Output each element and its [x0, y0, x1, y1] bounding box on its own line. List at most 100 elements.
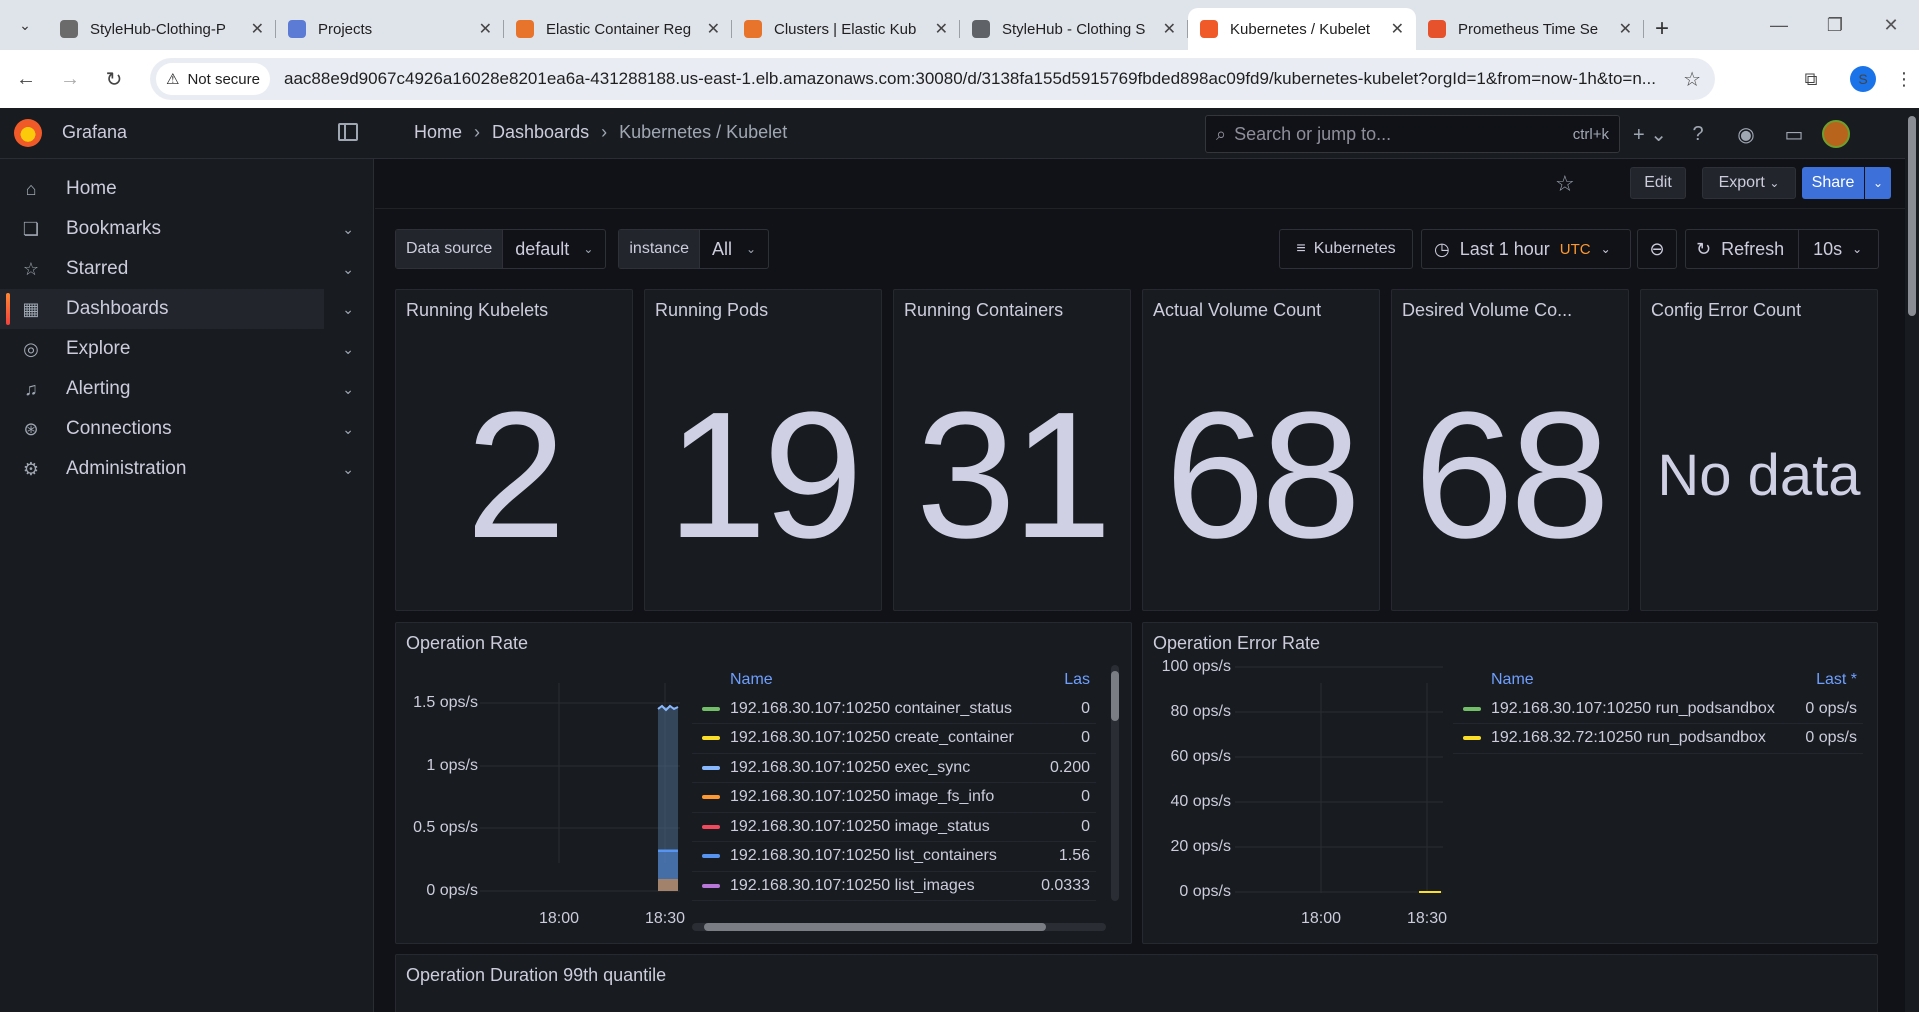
tab-favicon-icon — [1200, 20, 1218, 38]
sidebar-item-administration[interactable]: ⚙ Administration ⌄ — [0, 449, 374, 489]
reload-icon[interactable]: ↻ — [92, 59, 136, 99]
sidebar-item-bookmarks[interactable]: ❏ Bookmarks ⌄ — [0, 209, 374, 249]
sidebar-item-alerting[interactable]: ♫ Alerting ⌄ — [0, 369, 374, 409]
breadcrumb-home[interactable]: Home — [414, 122, 462, 143]
minimize-icon[interactable]: — — [1751, 0, 1807, 50]
tab-close-icon[interactable]: ✕ — [1163, 19, 1176, 39]
legend-item[interactable]: 192.168.30.107:10250 run_podsandbox 0 ops… — [1453, 695, 1863, 724]
url-text[interactable]: aac88e9d9067c4926a16028e8201ea6a-4312881… — [284, 69, 1704, 89]
instance-variable[interactable]: instance All ⌄ — [618, 229, 770, 269]
export-button[interactable]: Export ⌄ — [1702, 167, 1796, 199]
operation-error-rate-panel[interactable]: Operation Error Rate 100 ops/s 80 ops/s … — [1142, 622, 1878, 944]
instance-value[interactable]: All — [712, 239, 732, 260]
back-icon[interactable]: ← — [4, 59, 48, 99]
kiosk-mode-icon[interactable]: ▭ — [1774, 116, 1814, 152]
chevron-down-icon[interactable]: ⌄ — [1852, 242, 1862, 256]
edit-button[interactable]: Edit — [1630, 167, 1686, 199]
browser-tab[interactable]: Clusters | Elastic Kub ✕ — [732, 8, 960, 50]
sidebar-item-dashboards[interactable]: ▦ Dashboards ⌄ — [0, 289, 354, 329]
datasource-variable[interactable]: Data source default ⌄ — [395, 229, 607, 269]
operation-duration-panel[interactable]: Operation Duration 99th quantile — [395, 954, 1878, 1012]
browser-tab[interactable]: Kubernetes / Kubelet ✕ — [1188, 8, 1416, 50]
browser-tab[interactable]: Prometheus Time Se ✕ — [1416, 8, 1644, 50]
address-bar[interactable]: ⚠ Not secure aac88e9d9067c4926a16028e820… — [150, 58, 1715, 100]
stat-value: 2 — [465, 374, 566, 576]
help-icon[interactable]: ? — [1678, 116, 1718, 152]
legend-last-header[interactable]: Las — [1064, 671, 1096, 689]
legend-item[interactable]: 192.168.30.107:10250 image_fs_info 0 — [692, 783, 1096, 813]
legend-item[interactable]: 192.168.30.107:10250 list_images 0.0333 — [692, 872, 1096, 901]
time-range-picker[interactable]: ◷ Last 1 hour UTC ⌄ — [1421, 229, 1631, 269]
bookmark-star-icon[interactable]: ☆ — [1683, 67, 1701, 92]
tab-search-chevron-icon[interactable]: ⌄ — [8, 8, 42, 42]
page-scrollbar[interactable] — [1905, 108, 1919, 1012]
stat-panel[interactable]: Actual Volume Count 68 — [1142, 289, 1380, 611]
tab-close-icon[interactable]: ✕ — [251, 19, 264, 39]
y-tick: 80 ops/s — [1170, 703, 1231, 720]
sidebar-item-connections[interactable]: ⊛ Connections ⌄ — [0, 409, 374, 449]
legend-name-header[interactable]: Name — [1453, 671, 1816, 689]
chevron-down-icon[interactable]: ⌄ — [342, 261, 354, 278]
chevron-down-icon[interactable]: ⌄ — [342, 461, 354, 478]
tab-close-icon[interactable]: ✕ — [935, 19, 948, 39]
tab-close-icon[interactable]: ✕ — [479, 19, 492, 39]
close-window-icon[interactable]: ✕ — [1863, 0, 1919, 50]
refresh-interval[interactable]: 10s — [1813, 239, 1842, 260]
browser-tab[interactable]: Elastic Container Reg ✕ — [504, 8, 732, 50]
add-new-icon[interactable]: + ⌄ — [1630, 116, 1670, 152]
grafana-logo-icon[interactable] — [14, 119, 42, 147]
legend-item[interactable]: 192.168.30.107:10250 list_containers 1.56 — [692, 842, 1096, 872]
browser-tab[interactable]: StyleHub-Clothing-P ✕ — [48, 8, 276, 50]
legend-item[interactable]: 192.168.30.107:10250 container_status 0 — [692, 695, 1096, 724]
datasource-value[interactable]: default — [515, 239, 569, 260]
stat-panel[interactable]: Running Kubelets 2 — [395, 289, 633, 611]
share-button[interactable]: Share — [1802, 167, 1864, 199]
operation-rate-panel[interactable]: Operation Rate 1.5 ops/s 1 ops/s 0.5 ops… — [395, 622, 1132, 944]
legend-horizontal-scrollbar[interactable] — [692, 923, 1106, 931]
tab-close-icon[interactable]: ✕ — [1391, 19, 1404, 39]
tab-close-icon[interactable]: ✕ — [1619, 19, 1632, 39]
instance-label: instance — [619, 230, 700, 268]
stat-panel[interactable]: Running Pods 19 — [644, 289, 882, 611]
browser-tab[interactable]: StyleHub - Clothing S ✕ — [960, 8, 1188, 50]
refresh-button[interactable]: Refresh — [1721, 239, 1784, 260]
chevron-down-icon[interactable]: ⌄ — [342, 221, 354, 238]
stat-panel[interactable]: Config Error Count No data — [1640, 289, 1878, 611]
restore-icon[interactable]: ❐ — [1807, 0, 1863, 50]
legend-item[interactable]: 192.168.30.107:10250 image_status 0 — [692, 813, 1096, 842]
sidebar-item-explore[interactable]: ◎ Explore ⌄ — [0, 329, 374, 369]
chevron-down-icon[interactable]: ⌄ — [342, 381, 354, 398]
profile-avatar[interactable]: S — [1850, 66, 1876, 92]
stat-panel[interactable]: Desired Volume Co... 68 — [1391, 289, 1629, 611]
chevron-down-icon[interactable]: ⌄ — [342, 301, 354, 318]
browser-tab[interactable]: Projects ✕ — [276, 8, 504, 50]
legend-last-header[interactable]: Last * — [1816, 671, 1863, 689]
sidebar-item-home[interactable]: ⌂ Home — [0, 169, 374, 209]
legend-scrollbar[interactable] — [1111, 665, 1119, 901]
share-dropdown-icon[interactable]: ⌄ — [1865, 167, 1891, 199]
site-security-chip[interactable]: ⚠ Not secure — [156, 63, 270, 95]
legend-item[interactable]: 192.168.30.107:10250 create_container 0 — [692, 724, 1096, 754]
sidebar-item-starred[interactable]: ☆ Starred ⌄ — [0, 249, 374, 289]
browser-menu-icon[interactable]: ⋮ — [1889, 69, 1919, 90]
chevron-down-icon[interactable]: ⌄ — [342, 341, 354, 358]
stat-panel[interactable]: Running Containers 31 — [893, 289, 1131, 611]
dashboard-links-kubernetes[interactable]: ≡ Kubernetes — [1279, 229, 1413, 269]
refresh-icon[interactable]: ↻ — [1696, 239, 1711, 260]
new-tab-button[interactable]: + — [1644, 8, 1680, 50]
dock-menu-icon[interactable] — [338, 123, 358, 141]
breadcrumb-dashboards[interactable]: Dashboards — [492, 122, 589, 143]
chevron-down-icon[interactable]: ⌄ — [342, 421, 354, 438]
news-rss-icon[interactable]: ◉ — [1726, 116, 1766, 152]
zoom-out-icon[interactable]: ⊖ — [1637, 229, 1677, 269]
legend-item[interactable]: 192.168.30.107:10250 exec_sync 0.200 — [692, 754, 1096, 783]
legend-name-header[interactable]: Name — [692, 671, 1064, 689]
tab-close-icon[interactable]: ✕ — [707, 19, 720, 39]
extensions-icon[interactable]: ⧉ — [1785, 69, 1837, 90]
mark-favorite-star-icon[interactable]: ☆ — [1555, 171, 1575, 197]
search-input[interactable]: ⌕ Search or jump to... ctrl+k — [1205, 115, 1620, 153]
forward-icon[interactable]: → — [48, 59, 92, 99]
user-avatar[interactable] — [1822, 120, 1850, 148]
legend-item[interactable]: 192.168.32.72:10250 run_podsandbox 0 ops/… — [1453, 724, 1863, 754]
tab-title: Clusters | Elastic Kub — [774, 20, 917, 38]
